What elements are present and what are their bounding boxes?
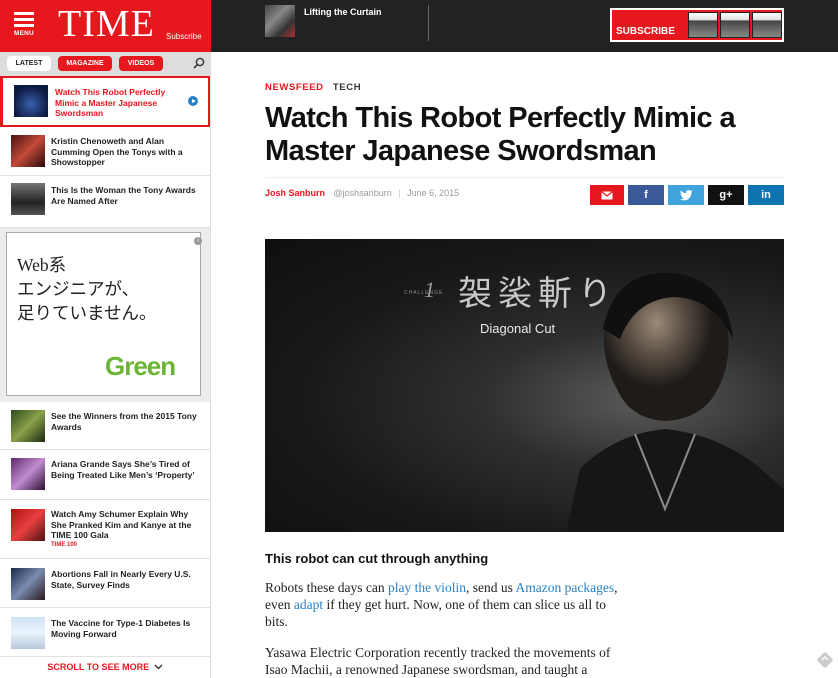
subscribe-link[interactable]: Subscribe: [166, 32, 202, 41]
sidebar-story[interactable]: This Is the Woman the Tony Awards Are Na…: [0, 177, 210, 228]
link-amazon-packages[interactable]: Amazon packages: [516, 580, 615, 595]
author-twitter-handle[interactable]: @joshsanburn: [334, 188, 392, 198]
chevron-down-icon: [154, 664, 163, 670]
facebook-icon: f: [644, 189, 648, 201]
sidebar: LATEST MAGAZINE VIDEOS Watch This Robot …: [0, 52, 211, 678]
time-logo[interactable]: TIME: [58, 4, 155, 44]
story-title: See the Winners from the 2015 Tony Award…: [51, 411, 197, 432]
subscribe-banner-label: SUBSCRIBE: [616, 26, 675, 37]
share-googleplus-button[interactable]: g+: [708, 185, 744, 205]
story-title: The Vaccine for Type-1 Diabetes Is Movin…: [51, 618, 191, 639]
swordsman-figure-image: [566, 272, 784, 532]
ad-frame: i Web系 エンジニアが、 足りていません。 Green: [6, 232, 202, 396]
menu-icon: [14, 12, 34, 15]
story-thumbnail: [11, 458, 45, 490]
menu-label: MENU: [14, 30, 34, 37]
advertisement[interactable]: i Web系 エンジニアが、 足りていません。 Green: [0, 228, 210, 402]
byline-separator: |: [398, 188, 401, 198]
share-linkedin-button[interactable]: in: [748, 185, 784, 205]
magazine-cover: [720, 12, 750, 38]
sidebar-story[interactable]: Abortions Fall in Nearly Every U.S. Stat…: [0, 560, 210, 608]
sidebar-story[interactable]: Ariana Grande Says She’s Tired of Being …: [0, 451, 210, 500]
story-thumbnail: [11, 183, 45, 215]
story-thumbnail: [11, 509, 45, 541]
brand-block: MENU TIME Subscribe: [0, 0, 211, 52]
article-headline: Watch This Robot Perfectly Mimic a Maste…: [265, 102, 736, 167]
linkedin-icon: in: [761, 189, 771, 201]
video-player[interactable]: CHALLENGE 1 袈裟斬り Diagonal Cut: [265, 239, 784, 532]
section-link-newsfeed[interactable]: NEWSFEED: [265, 82, 324, 93]
story-title: Watch Amy Schumer Explain Why She Pranke…: [51, 509, 192, 541]
tab-videos[interactable]: VIDEOS: [119, 56, 163, 71]
divider: [428, 5, 429, 41]
googleplus-icon: g+: [719, 189, 733, 201]
sidebar-tabs: LATEST MAGAZINE VIDEOS: [0, 52, 211, 76]
sidebar-story[interactable]: Kristin Chenoweth and Alan Cumming Open …: [0, 128, 210, 176]
link-adapt[interactable]: adapt: [294, 597, 323, 612]
sidebar-story[interactable]: Watch Amy Schumer Explain Why She Pranke…: [0, 501, 210, 559]
ad-info-icon[interactable]: i: [194, 237, 202, 245]
article-paragraph: Yasawa Electric Corporation recently tra…: [265, 645, 611, 677]
story-title: Abortions Fall in Nearly Every U.S. Stat…: [51, 569, 191, 590]
video-challenge-number: 1: [424, 277, 435, 302]
scroll-to-see-more-button[interactable]: SCROLL TO SEE MORE: [0, 662, 210, 672]
share-buttons: f g+ in: [590, 185, 784, 205]
story-title: This Is the Woman the Tony Awards Are Na…: [51, 185, 196, 206]
sidebar-story[interactable]: The Vaccine for Type-1 Diabetes Is Movin…: [0, 609, 210, 657]
article-subhead: This robot can cut through anything: [265, 551, 489, 566]
search-icon[interactable]: [193, 57, 205, 69]
text: , send us: [465, 580, 516, 595]
scroll-more-label: SCROLL TO SEE MORE: [47, 662, 150, 672]
magazine-covers-image: [688, 12, 782, 38]
story-title: Ariana Grande Says She’s Tired of Being …: [51, 459, 195, 480]
magazine-cover: [688, 12, 718, 38]
menu-button[interactable]: MENU: [12, 12, 36, 42]
share-facebook-button[interactable]: f: [628, 185, 664, 205]
promo-title: Lifting the Curtain: [304, 7, 382, 17]
sidebar-story[interactable]: See the Winners from the 2015 Tony Award…: [0, 402, 210, 450]
author-link[interactable]: Josh Sanburn: [265, 188, 325, 198]
article-paragraph: Robots these days can play the violin, s…: [265, 579, 625, 630]
email-icon: [601, 190, 613, 199]
promo-thumbnail: [265, 5, 295, 37]
story-title: Watch This Robot Perfectly Mimic a Maste…: [55, 87, 166, 119]
twitter-icon: [679, 189, 692, 200]
story-thumbnail: [11, 135, 45, 167]
story-thumbnail: [14, 85, 48, 117]
ad-logo: Green: [105, 351, 176, 381]
link-play-the-violin[interactable]: play the violin: [388, 580, 466, 595]
sidebar-story-active[interactable]: Watch This Robot Perfectly Mimic a Maste…: [0, 76, 210, 127]
story-tag: TIME 100: [51, 542, 78, 548]
magazine-cover: [752, 12, 782, 38]
top-bar: MENU TIME Subscribe Lifting the Curtain …: [0, 0, 838, 52]
article-kicker: NEWSFEED TECH: [265, 82, 361, 93]
play-icon: [188, 96, 198, 106]
story-thumbnail: [11, 568, 45, 600]
share-twitter-button[interactable]: [668, 185, 704, 205]
tab-latest[interactable]: LATEST: [7, 56, 51, 71]
tag-icon[interactable]: [817, 652, 833, 668]
promo-story[interactable]: Lifting the Curtain: [265, 5, 382, 39]
story-title: Kristin Chenoweth and Alan Cumming Open …: [51, 136, 183, 168]
ad-copy: Web系 エンジニアが、 足りていません。: [17, 255, 157, 323]
share-email-button[interactable]: [590, 185, 624, 205]
menu-icon-bar: [14, 18, 34, 21]
text: Robots these days can: [265, 580, 388, 595]
menu-icon-bar: [14, 24, 34, 27]
publish-date: June 6, 2015: [407, 188, 460, 198]
story-thumbnail: [11, 617, 45, 649]
video-caption: Diagonal Cut: [480, 321, 556, 336]
topic-link-tech[interactable]: TECH: [333, 82, 361, 93]
tab-magazine[interactable]: MAGAZINE: [58, 56, 112, 71]
subscribe-banner[interactable]: SUBSCRIBE: [610, 8, 784, 42]
story-thumbnail: [11, 410, 45, 442]
